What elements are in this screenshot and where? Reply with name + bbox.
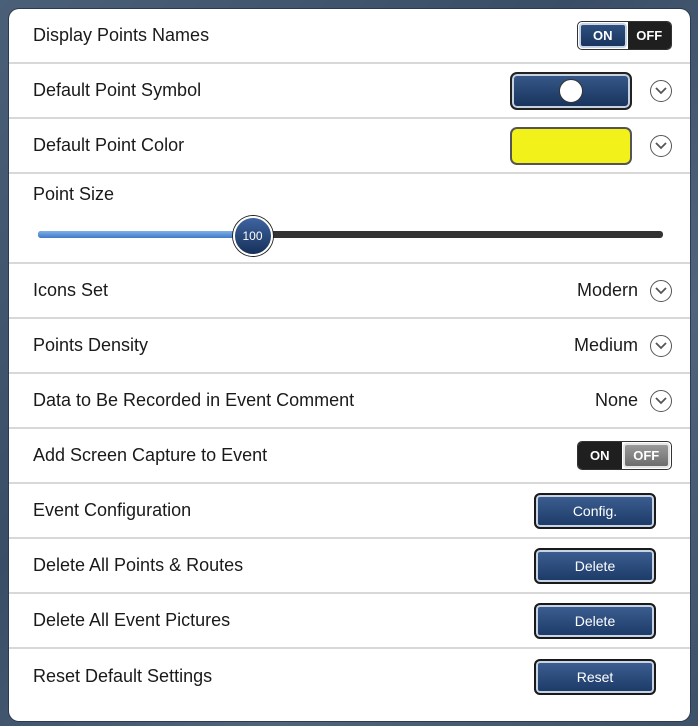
- chevron-down-icon[interactable]: [650, 79, 672, 102]
- slider-value: 100: [242, 229, 263, 243]
- default-point-symbol-label: Default Point Symbol: [33, 80, 202, 100]
- row-point-size: Point Size 100: [9, 174, 690, 264]
- data-event-comment-value[interactable]: None: [595, 390, 638, 411]
- toggle-on-option[interactable]: ON: [579, 23, 627, 48]
- delete-event-pictures-button[interactable]: Delete: [534, 602, 656, 639]
- row-event-configuration: Event Configuration Config.: [9, 484, 690, 539]
- row-add-screen-capture: Add Screen Capture to Event ON OFF: [9, 429, 690, 484]
- row-points-density: Points Density Medium: [9, 319, 690, 374]
- toggle-off-option[interactable]: OFF: [622, 443, 670, 468]
- row-data-event-comment: Data to Be Recorded in Event Comment Non…: [9, 374, 690, 429]
- point-size-label: Point Size: [33, 184, 115, 204]
- points-density-label: Points Density: [33, 335, 149, 355]
- slider-fill: [38, 231, 251, 238]
- point-size-slider[interactable]: 100: [38, 216, 663, 256]
- display-points-names-toggle[interactable]: ON OFF: [577, 21, 672, 50]
- add-screen-capture-label: Add Screen Capture to Event: [33, 445, 268, 465]
- row-delete-event-pictures: Delete All Event Pictures Delete: [9, 594, 690, 649]
- points-density-value[interactable]: Medium: [574, 335, 638, 356]
- point-color-swatch[interactable]: [510, 126, 632, 165]
- delete-points-routes-button[interactable]: Delete: [534, 547, 656, 584]
- row-icons-set: Icons Set Modern: [9, 264, 690, 319]
- display-points-names-label: Display Points Names: [33, 25, 210, 45]
- toggle-off-option[interactable]: OFF: [627, 22, 671, 49]
- row-default-point-symbol: Default Point Symbol: [9, 64, 690, 119]
- toggle-on-option[interactable]: ON: [578, 442, 622, 469]
- row-display-points-names: Display Points Names ON OFF: [9, 9, 690, 64]
- icons-set-label: Icons Set: [33, 280, 109, 300]
- row-delete-points-routes: Delete All Points & Routes Delete: [9, 539, 690, 594]
- reset-defaults-label: Reset Default Settings: [33, 666, 213, 686]
- circle-symbol-icon: [559, 78, 583, 103]
- chevron-down-icon[interactable]: [650, 134, 672, 157]
- icons-set-value[interactable]: Modern: [577, 280, 638, 301]
- settings-panel: Display Points Names ON OFF Default Poin…: [9, 9, 690, 721]
- config-button[interactable]: Config.: [534, 492, 656, 529]
- reset-button[interactable]: Reset: [534, 658, 656, 695]
- default-point-color-label: Default Point Color: [33, 135, 185, 155]
- slider-thumb[interactable]: 100: [232, 216, 273, 256]
- data-event-comment-label: Data to Be Recorded in Event Comment: [33, 390, 355, 410]
- row-default-point-color: Default Point Color: [9, 119, 690, 174]
- delete-points-routes-label: Delete All Points & Routes: [33, 555, 244, 575]
- add-screen-capture-toggle[interactable]: ON OFF: [577, 441, 672, 470]
- delete-event-pictures-label: Delete All Event Pictures: [33, 610, 231, 630]
- chevron-down-icon[interactable]: [650, 279, 672, 302]
- chevron-down-icon[interactable]: [650, 389, 672, 412]
- point-symbol-button[interactable]: [510, 71, 632, 110]
- chevron-down-icon[interactable]: [650, 334, 672, 357]
- row-reset-defaults: Reset Default Settings Reset: [9, 649, 690, 704]
- event-configuration-label: Event Configuration: [33, 500, 192, 520]
